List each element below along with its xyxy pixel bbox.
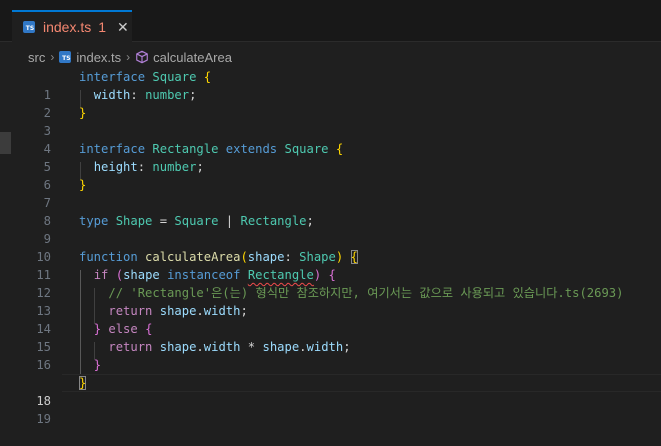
token: ;: [343, 340, 351, 354]
tab-filename: index.ts: [43, 19, 92, 35]
token: return: [108, 340, 153, 354]
code-line: 6 height: number;: [0, 158, 661, 192]
token: =: [159, 214, 168, 228]
token: .: [299, 340, 307, 354]
tab-bar: TS index.ts 1 ✕: [0, 0, 661, 42]
code-line: 15 } else {: [0, 320, 661, 354]
code-line: 13 // 'Rectangle'은(는) 형식만 참조하지만, 여기서는 값으…: [0, 284, 661, 318]
method-cube-icon: [136, 50, 148, 64]
code-editor[interactable]: 1 interface Square { 2 width: number; 3 …: [0, 66, 661, 426]
token: ): [313, 268, 322, 282]
comment: // 'Rectangle'은(는) 형식만 참조하지만, 여기서는 값으로 사…: [108, 286, 624, 300]
code-line: 14 return shape.width;: [0, 302, 661, 336]
code-line: 2 width: number;: [0, 86, 661, 120]
token: interface: [79, 142, 146, 156]
typescript-file-icon: TS: [59, 51, 72, 63]
token: Square: [152, 70, 197, 84]
code-line: 11 function calculateArea(shape: Shape) …: [0, 248, 661, 282]
token: {: [203, 70, 212, 84]
code-line: 7 }: [0, 176, 661, 210]
token: width: [306, 340, 344, 354]
token: ;: [196, 160, 204, 174]
token: instanceof: [167, 268, 241, 282]
code-line: 8: [0, 194, 661, 228]
code-line: 17 }: [0, 356, 661, 390]
token: }: [79, 376, 87, 390]
token: *: [247, 340, 256, 354]
code-line: 3 }: [0, 104, 661, 138]
token: interface: [79, 70, 146, 84]
token: extends: [225, 142, 278, 156]
token: {: [335, 142, 344, 156]
tab-index-ts[interactable]: TS index.ts 1 ✕: [12, 10, 132, 42]
code-line: 5 interface Rectangle extends Square {: [0, 140, 661, 174]
token: ): [335, 250, 344, 264]
token: (: [115, 268, 124, 282]
token: height: [93, 160, 138, 174]
token: shape: [247, 250, 285, 264]
token: return: [108, 304, 153, 318]
token: Rectangle: [240, 214, 307, 228]
breadcrumb-folder[interactable]: src: [28, 50, 45, 65]
error-token: Rectangle: [247, 268, 314, 282]
token: }: [79, 106, 87, 120]
code-line: 9 type Shape = Square | Rectangle;: [0, 212, 661, 246]
token: }: [93, 358, 102, 372]
token: calculateArea: [145, 250, 241, 264]
breadcrumb-symbol[interactable]: calculateArea: [153, 50, 232, 65]
token: Shape: [115, 214, 153, 228]
code-line: 12 if (shape instanceof Rectangle) {: [0, 266, 661, 300]
code-line: 19: [0, 392, 661, 426]
chevron-right-icon: ›: [126, 50, 131, 64]
token: Square: [174, 214, 219, 228]
code-line-current: 18 }: [0, 374, 661, 408]
token: (: [240, 250, 248, 264]
token: Shape: [299, 250, 336, 264]
token: width: [203, 304, 241, 318]
tab-problem-count: 1: [98, 19, 107, 35]
token: }: [79, 178, 87, 192]
token: :: [284, 250, 292, 264]
code-line: 10: [0, 230, 661, 264]
token: shape: [262, 340, 300, 354]
token: if: [93, 268, 109, 282]
token: number: [152, 160, 197, 174]
token: :: [130, 88, 138, 102]
token: width: [93, 88, 131, 102]
token: .: [196, 304, 204, 318]
token: {: [350, 250, 358, 264]
token: else: [108, 322, 138, 336]
token: ;: [240, 304, 248, 318]
code-line: 4: [0, 122, 661, 156]
breadcrumb-file[interactable]: index.ts: [76, 50, 121, 65]
token: |: [225, 214, 234, 228]
token: width: [203, 340, 241, 354]
typescript-file-icon: TS: [23, 21, 35, 33]
line-number: 19: [36, 412, 51, 426]
token: type: [79, 214, 109, 228]
token: function: [79, 250, 138, 264]
token: Rectangle: [152, 142, 219, 156]
token: shape: [123, 268, 160, 282]
code-line: 1 interface Square {: [0, 68, 661, 102]
token: {: [328, 268, 336, 282]
token: .: [196, 340, 204, 354]
token: shape: [159, 340, 197, 354]
token: }: [93, 322, 102, 336]
token: ;: [189, 88, 197, 102]
token: ;: [306, 214, 314, 228]
chevron-right-icon: ›: [50, 50, 55, 64]
token: Square: [284, 142, 329, 156]
close-icon[interactable]: ✕: [117, 19, 129, 36]
token: number: [145, 88, 190, 102]
code-line: 16 return shape.width * shape.width;: [0, 338, 661, 372]
token: {: [145, 322, 153, 336]
token: shape: [159, 304, 197, 318]
token: :: [137, 160, 146, 174]
